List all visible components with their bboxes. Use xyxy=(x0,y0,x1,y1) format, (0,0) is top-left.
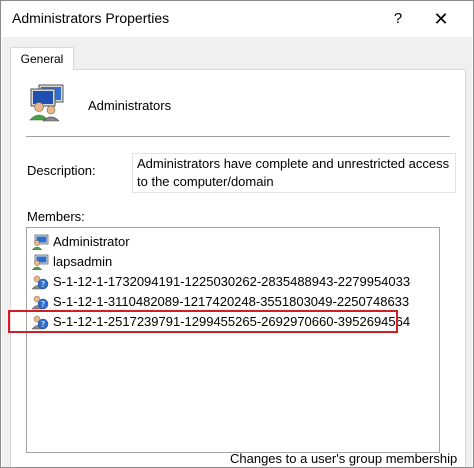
svg-text:?: ? xyxy=(41,320,45,329)
dialog-client-area: General Administrators Description: Admi… xyxy=(2,37,472,467)
group-icon xyxy=(29,84,64,122)
close-button[interactable]: ✕ xyxy=(426,7,456,31)
user-icon xyxy=(31,254,49,270)
unknown-user-icon: ? xyxy=(31,275,49,290)
title-bar: Administrators Properties ? ✕ xyxy=(1,1,473,37)
unknown-user-icon: ? xyxy=(31,295,49,310)
member-item[interactable]: Administrator xyxy=(29,232,433,252)
description-label: Description: xyxy=(27,163,96,178)
description-field[interactable]: Administrators have complete and unrestr… xyxy=(132,153,456,193)
members-list[interactable]: Administrator lapsadmin ? S-1-12-1-17320… xyxy=(26,227,440,453)
member-name: lapsadmin xyxy=(53,254,113,269)
group-name: Administrators xyxy=(88,98,172,113)
member-item[interactable]: ? S-1-12-1-3110482089-1217420248-3551803… xyxy=(29,292,433,312)
unknown-user-icon: ? xyxy=(31,315,49,330)
window-title: Administrators Properties xyxy=(12,10,170,26)
member-name: Administrator xyxy=(53,234,130,249)
user-icon xyxy=(31,234,49,250)
member-name: S-1-12-1-1732094191-1225030262-283548894… xyxy=(53,274,411,289)
member-item[interactable]: ? S-1-12-1-2517239791-1299455265-2692970… xyxy=(29,312,433,332)
divider xyxy=(26,136,450,137)
svg-text:?: ? xyxy=(41,280,45,289)
member-item[interactable]: ? S-1-12-1-1732094191-1225030262-2835488… xyxy=(29,272,433,292)
member-name: S-1-12-1-2517239791-1299455265-269297066… xyxy=(53,314,411,329)
member-item[interactable]: lapsadmin xyxy=(29,252,433,272)
general-tab-panel: Administrators Description: Administrato… xyxy=(10,69,466,467)
members-label: Members: xyxy=(27,209,85,224)
help-button[interactable]: ? xyxy=(386,7,410,31)
properties-dialog: Administrators Properties ? ✕ General Ad… xyxy=(0,0,474,468)
member-name: S-1-12-1-3110482089-1217420248-355180304… xyxy=(53,294,410,309)
membership-note: Changes to a user's group membership xyxy=(230,451,458,466)
svg-text:?: ? xyxy=(41,300,45,309)
tab-general[interactable]: General xyxy=(10,47,74,70)
